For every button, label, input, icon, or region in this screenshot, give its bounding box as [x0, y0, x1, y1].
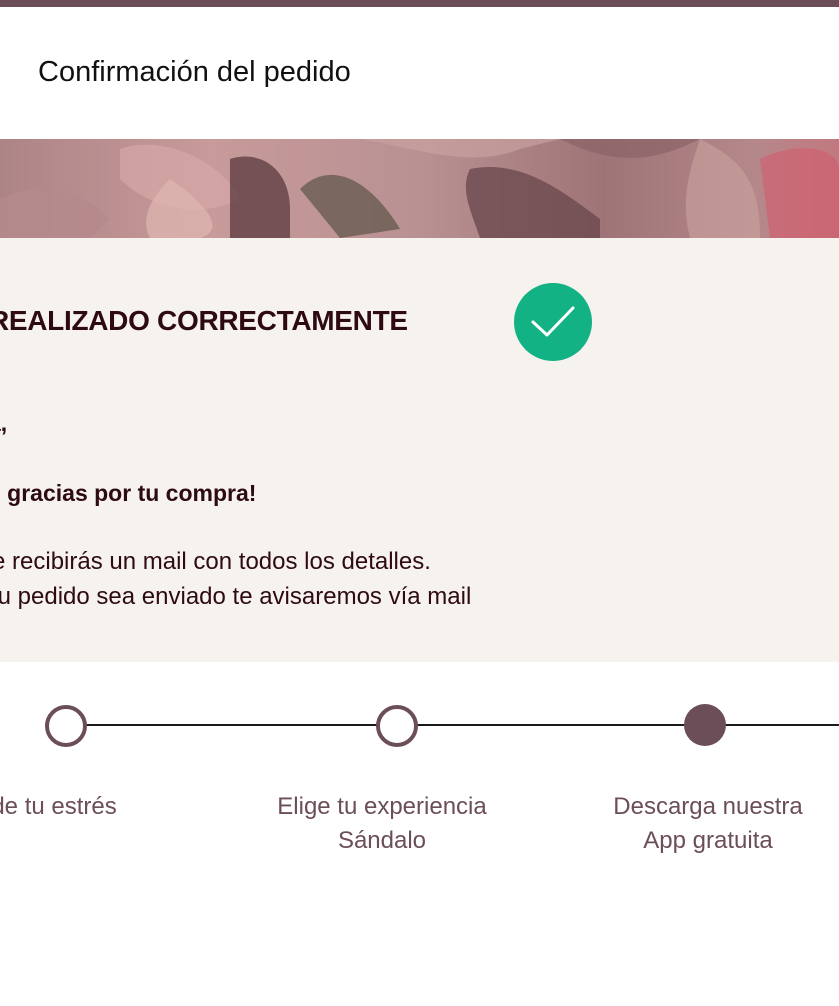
decorative-banner [0, 139, 839, 238]
step-label-3-line-2: App gratuita [643, 827, 773, 854]
step-dot-3[interactable] [684, 704, 726, 746]
steps-progress: ide tu estrés Elige tu experiencia Sánda… [0, 662, 839, 1006]
step-label-1-line-1: ide tu estrés [0, 793, 117, 820]
step-label-3-line-1: Descarga nuestra [613, 793, 803, 820]
success-check-badge [514, 283, 592, 361]
step-label-2-line-2: Sándalo [337, 827, 427, 854]
top-accent-bar [0, 0, 839, 7]
step-label-3: Descarga nuestra App gratuita [583, 790, 833, 858]
step-label-2: Elige tu experiencia Sándalo [232, 790, 532, 858]
step-label-2-line-1: Elige tu experiencia [277, 793, 487, 820]
order-success-title: O REALIZADO CORRECTAMENTE [0, 305, 408, 336]
details-text-line-2: tu pedido sea enviado te avisaremos vía … [0, 583, 472, 610]
details-text-line-1: e recibirás un mail con todos los detall… [0, 548, 431, 575]
poinsettia-leaves-image [0, 139, 839, 238]
thanks-text: s gracias por tu compra! [0, 480, 257, 506]
check-icon [531, 306, 575, 337]
step-dot-2[interactable] [376, 705, 418, 747]
step-dot-1[interactable] [45, 705, 87, 747]
confirmation-panel: O REALIZADO CORRECTAMENTE a, s gracias p… [0, 238, 839, 662]
greeting-text: a, [0, 410, 8, 436]
step-label-1: ide tu estrés [0, 790, 176, 824]
page-title: Confirmación del pedido [38, 56, 351, 88]
